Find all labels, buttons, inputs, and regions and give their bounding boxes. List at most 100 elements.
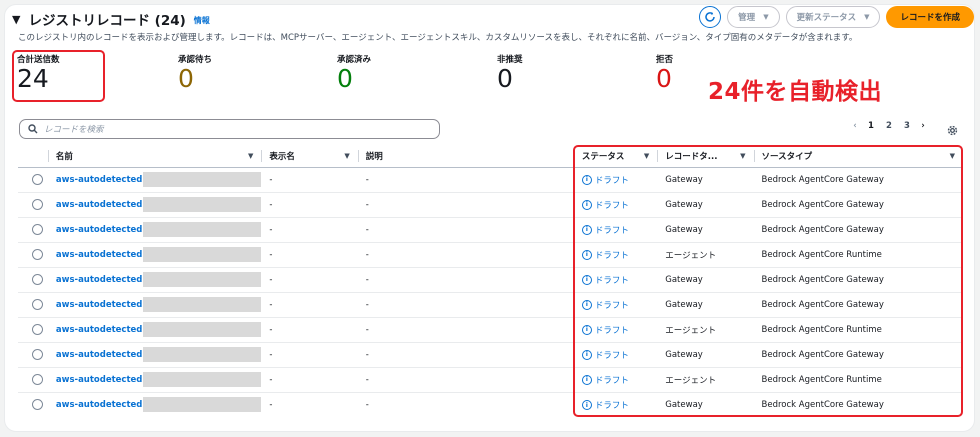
- row-select: [18, 292, 48, 318]
- record-name-link[interactable]: aws-autodetected: [56, 325, 143, 335]
- column-header-display-name[interactable]: 表示名 ▼: [261, 145, 358, 168]
- row-radio[interactable]: [32, 349, 43, 360]
- cell-description: -: [365, 399, 369, 410]
- panel-header: ▼ レジストリレコード (24) 情報: [12, 9, 210, 30]
- row-radio[interactable]: [32, 249, 43, 260]
- redacted-block: [143, 322, 262, 337]
- redacted-block: [143, 347, 262, 362]
- create-record-button[interactable]: レコードを作成: [886, 6, 974, 28]
- redacted-block: [143, 397, 262, 413]
- panel-description: このレジストリ内のレコードを表示および管理します。レコードは、MCPサーバー、エ…: [18, 33, 858, 43]
- manage-button[interactable]: 管理 ▼: [727, 6, 780, 28]
- cell-description: -: [357, 242, 574, 268]
- cell-display-name: -: [261, 267, 358, 293]
- collapse-caret-icon[interactable]: ▼: [12, 13, 20, 26]
- row-radio[interactable]: [32, 374, 43, 385]
- page-2[interactable]: 2: [880, 121, 898, 131]
- cell-name: aws-autodetected: [47, 167, 262, 193]
- metric-deprecated: 非推奨 0: [497, 53, 523, 91]
- update-status-button[interactable]: 更新ステータス ▼: [785, 6, 881, 28]
- pagination: ‹ 1 2 3 ›: [848, 121, 930, 131]
- row-radio[interactable]: [32, 299, 43, 310]
- cell-name: aws-autodetected: [47, 367, 262, 393]
- row-radio[interactable]: [32, 324, 43, 335]
- refresh-icon: [705, 12, 715, 22]
- cell-display-name: -: [261, 342, 358, 368]
- cell-display-name: -: [261, 367, 358, 393]
- redacted-block: [143, 247, 262, 262]
- prev-page-icon[interactable]: ‹: [848, 121, 862, 131]
- metric-approved-value: 0: [337, 64, 353, 93]
- record-name-link[interactable]: aws-autodetected: [56, 275, 143, 285]
- info-link[interactable]: 情報: [194, 15, 210, 26]
- row-radio[interactable]: [32, 274, 43, 285]
- row-radio[interactable]: [32, 399, 43, 411]
- cell-display-name: -: [261, 292, 358, 318]
- next-page-icon[interactable]: ›: [916, 121, 930, 131]
- cell-display-name: -: [261, 217, 358, 243]
- cell-name: aws-autodetected: [47, 192, 262, 218]
- search-icon: [28, 124, 38, 134]
- record-name-link[interactable]: aws-autodetected: [56, 250, 143, 260]
- record-name-link[interactable]: aws-autodetected: [56, 300, 143, 310]
- cell-display-name: -: [261, 242, 358, 268]
- redacted-block: [143, 372, 262, 387]
- redacted-block: [143, 297, 262, 312]
- cell-name: aws-autodetected: [48, 392, 262, 417]
- cell-name: aws-autodetected: [47, 342, 262, 368]
- manage-button-label: 管理: [738, 13, 756, 23]
- row-select: [18, 242, 48, 268]
- annotation-box-columns: [573, 145, 963, 417]
- gear-icon: [947, 125, 958, 136]
- cell-display-name: -: [261, 317, 358, 343]
- row-radio[interactable]: [32, 174, 43, 185]
- cell-name: aws-autodetected: [47, 242, 262, 268]
- record-name-link[interactable]: aws-autodetected: [56, 175, 143, 185]
- search-placeholder: レコードを検索: [44, 125, 104, 135]
- redacted-block: [143, 222, 262, 237]
- column-header-description[interactable]: 説明: [357, 145, 574, 168]
- cell-description: -: [357, 192, 574, 218]
- row-select: [18, 392, 48, 417]
- row-select: [18, 317, 48, 343]
- row-select: [18, 342, 48, 368]
- metric-rejected: 拒否 0: [656, 53, 673, 91]
- cell-name: aws-autodetected: [47, 292, 262, 318]
- row-select: [18, 217, 48, 243]
- page-1[interactable]: 1: [862, 121, 880, 131]
- metric-pending-value: 0: [178, 64, 194, 93]
- header-actions: 管理 ▼ 更新ステータス ▼ レコードを作成: [699, 6, 974, 28]
- sort-icon[interactable]: ▼: [344, 152, 349, 160]
- record-name-link[interactable]: aws-autodetected: [56, 375, 143, 385]
- cell-name: aws-autodetected: [47, 267, 262, 293]
- record-name-link[interactable]: aws-autodetected: [56, 225, 143, 235]
- metric-approved: 承認済み 0: [337, 53, 371, 91]
- cell-name: aws-autodetected: [47, 217, 262, 243]
- page-title: レジストリレコード (24): [28, 13, 186, 29]
- metric-rejected-value: 0: [656, 64, 672, 93]
- metric-pending: 承認待ち 0: [178, 53, 212, 91]
- cell-name: aws-autodetected: [47, 317, 262, 343]
- refresh-button[interactable]: [699, 6, 722, 28]
- page-3[interactable]: 3: [898, 121, 916, 131]
- cell-description: -: [357, 267, 574, 293]
- row-select: [18, 167, 48, 193]
- row-radio[interactable]: [32, 199, 43, 210]
- cell-description: -: [357, 217, 574, 243]
- metric-deprecated-value: 0: [497, 64, 513, 93]
- record-name-link[interactable]: aws-autodetected: [56, 350, 143, 360]
- search-input[interactable]: レコードを検索: [19, 119, 440, 139]
- row-radio[interactable]: [32, 224, 43, 235]
- sort-icon[interactable]: ▼: [248, 152, 253, 160]
- table-settings-button[interactable]: [947, 121, 958, 140]
- column-header-name[interactable]: 名前 ▼: [47, 145, 262, 168]
- record-name-link[interactable]: aws-autodetected: [56, 400, 143, 410]
- redacted-block: [143, 272, 262, 287]
- row-select: [18, 267, 48, 293]
- record-name-link[interactable]: aws-autodetected: [56, 200, 143, 210]
- caret-down-icon: ▼: [763, 13, 769, 21]
- update-status-button-label: 更新ステータス: [796, 13, 857, 23]
- cell-description: -: [357, 167, 574, 193]
- row-select: [18, 192, 48, 218]
- cell-display-name: -: [269, 399, 273, 410]
